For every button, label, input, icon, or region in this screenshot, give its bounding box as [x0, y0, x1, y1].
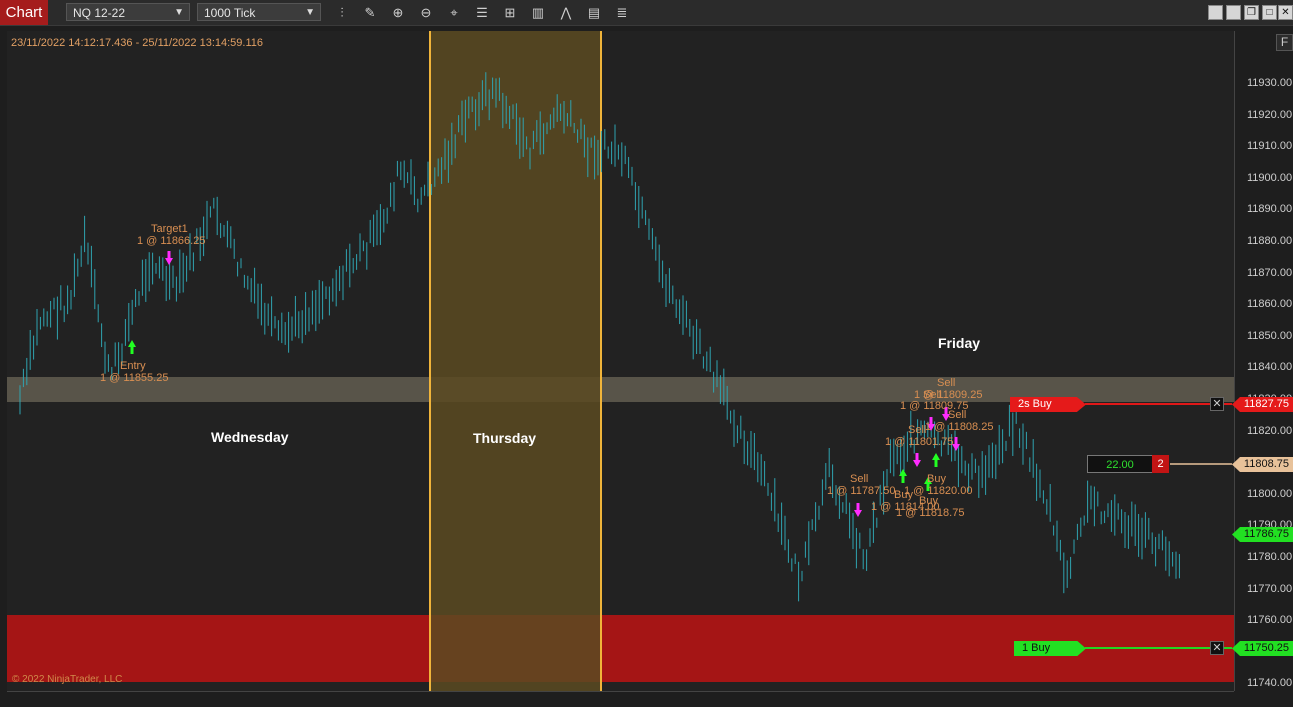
price-tick-label: 11920.00 — [1247, 108, 1293, 121]
day-label-wednesday: Wednesday — [211, 429, 289, 445]
execution-detail: 1 @ 11820.00 — [904, 485, 973, 497]
price-tick-label: 11840.00 — [1247, 361, 1293, 374]
price-chart — [7, 31, 1234, 691]
execution-name: Entry — [120, 360, 146, 372]
price-tick-label: 11780.00 — [1247, 551, 1293, 563]
position-price-badge: 11808.75 — [1232, 457, 1293, 472]
price-tick-label: 11820.00 — [1247, 424, 1293, 437]
price-tick-label: 11900.00 — [1247, 171, 1293, 184]
execution-detail: 1 @ 11855.25 — [100, 372, 169, 384]
buy-lmt-price-badge: 11750.25 — [1232, 641, 1293, 656]
price-tick-label: 11770.00 — [1247, 582, 1293, 595]
execution-detail: 1 @ 11808.25 — [925, 421, 994, 433]
time-axis[interactable] — [7, 691, 1234, 707]
copyright-text: © 2022 NinjaTrader, LLC — [12, 674, 123, 685]
sell-arrow-icon — [165, 251, 173, 265]
execution-detail: 1 @ 11801.75 — [885, 436, 954, 448]
buy-arrow-icon — [128, 340, 136, 354]
execution-name: Target1 — [151, 223, 188, 235]
cancel-buy-slm-close-icon[interactable]: ✕ — [1210, 397, 1224, 411]
price-tick-label: 11860.00 — [1247, 298, 1293, 311]
cancel-buy-lmt-close-icon[interactable]: ✕ — [1210, 641, 1224, 655]
buy-lmt-order-tag[interactable]: 1 Buy LMT — [1014, 641, 1086, 656]
execution-name: Sell — [937, 377, 956, 389]
execution-detail: 1 @ 11787.50 — [827, 485, 896, 497]
buy-slm-price-badge: 11827.75 — [1232, 397, 1293, 412]
price-tick-label: 11800.00 — [1247, 487, 1293, 500]
day-label-thursday: Thursday — [473, 430, 537, 446]
price-tick-label: 11760.00 — [1247, 614, 1293, 627]
price-tick-label: 11880.00 — [1247, 235, 1293, 247]
price-tick-label: 11870.00 — [1247, 266, 1293, 279]
sell-arrow-icon — [854, 503, 862, 517]
execution-detail: 1 @ 11866.25 — [137, 235, 206, 247]
position-quantity[interactable]: 2 — [1152, 455, 1169, 473]
execution-name: Sell — [948, 409, 967, 421]
last-price-badge: 11786.75 — [1232, 527, 1293, 542]
thursday-band — [430, 31, 601, 691]
position-pnl[interactable]: 22.00 — [1087, 455, 1153, 473]
buy-arrow-icon — [932, 453, 940, 467]
axis-fit-button[interactable]: F — [1276, 34, 1293, 51]
execution-detail: 1 @ 11818.75 — [896, 507, 965, 519]
execution-name: Buy — [927, 473, 946, 485]
price-tick-label: 11850.00 — [1247, 329, 1293, 342]
sell-arrow-icon — [913, 453, 921, 467]
price-tick-label: 11890.00 — [1247, 203, 1293, 216]
execution-name: Sell — [850, 473, 869, 485]
buy-slm-order-tag[interactable]: 2s Buy SLM — [1010, 397, 1086, 412]
date-range-label: 23/11/2022 14:12:17.436 - 25/11/2022 13:… — [11, 37, 264, 49]
price-tick-label: 11930.00 — [1247, 77, 1293, 89]
day-label-friday: Friday — [938, 335, 981, 351]
price-tick-label: 11740.00 — [1247, 677, 1293, 690]
execution-name: Sell — [908, 424, 927, 436]
price-tick-label: 11910.00 — [1247, 140, 1293, 153]
